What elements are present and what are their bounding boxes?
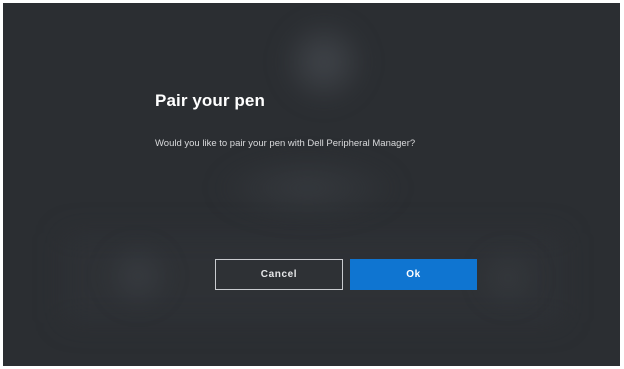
app-window: Pair your pen Would you like to pair you… [3,3,620,366]
ok-button[interactable]: Ok [350,259,477,290]
pair-pen-dialog: Pair your pen Would you like to pair you… [3,3,620,366]
dialog-title: Pair your pen [155,91,265,110]
cancel-button[interactable]: Cancel [215,259,343,290]
dialog-message: Would you like to pair your pen with Del… [155,138,416,149]
